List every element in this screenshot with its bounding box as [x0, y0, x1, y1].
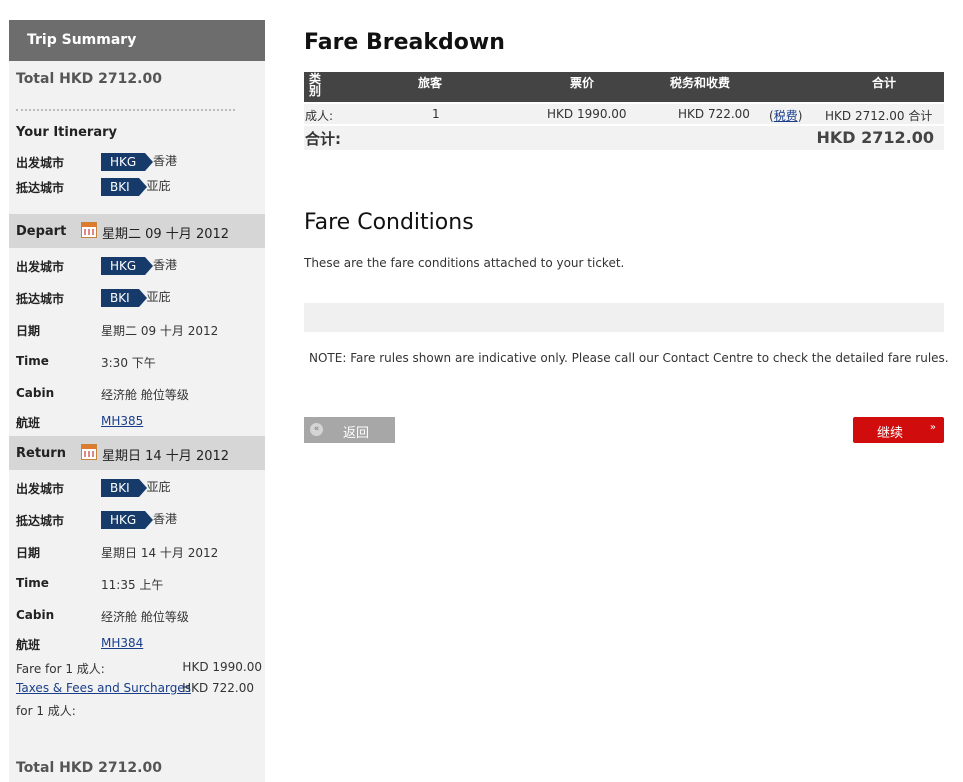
return-to-label: 抵达城市: [16, 514, 65, 528]
back-button[interactable]: « 返回: [304, 417, 395, 443]
depart-from-row: 出发城市 HKG 香港: [9, 248, 265, 280]
depart-cabin-value: 经济舱 舱位等级: [101, 388, 189, 402]
sidebar-bottom-total: Total HKD 2712.00: [16, 760, 162, 776]
depart-title: Depart: [16, 224, 67, 239]
itinerary-origin-row: 出发城市 HKG 香港: [9, 149, 265, 174]
depart-time-label: Time: [16, 354, 49, 368]
fare-value: HKD 1990.00: [182, 660, 262, 674]
row-taxes: HKD 722.00: [678, 107, 750, 121]
taxes-for-line: for 1 成人:: [9, 698, 265, 719]
fare-conditions-box: [304, 303, 944, 332]
return-header: Return 星期日 14 十月 2012: [9, 436, 265, 470]
return-date-label: 日期: [16, 546, 41, 560]
sidebar-header: Trip Summary: [9, 20, 265, 61]
depart-to-city: 亚庇: [146, 290, 171, 304]
fare-breakdown-title: Fare Breakdown: [304, 30, 505, 55]
depart-cabin-row: Cabin 经济舱 舱位等级: [9, 376, 265, 408]
depart-cabin-label: Cabin: [16, 386, 55, 400]
total-value: HKD 2712.00: [816, 128, 934, 147]
depart-to-code: BKI: [101, 288, 147, 307]
taxes-line: Taxes & Fees and Surcharges HKD 722.00: [9, 677, 265, 698]
return-to-city: 香港: [153, 512, 178, 526]
row-tax-link-wrap: (税费): [769, 109, 803, 123]
depart-from-label: 出发城市: [16, 260, 65, 274]
fare-conditions-text: These are the fare conditions attached t…: [304, 256, 625, 270]
depart-date: 星期二 09 十月 2012: [102, 227, 230, 242]
depart-header: Depart 星期二 09 十月 2012: [9, 214, 265, 248]
row-type: 成人:: [305, 109, 334, 123]
return-date-value: 星期日 14 十月 2012: [101, 546, 219, 560]
table-header-row: 类别 旅客 票价 税务和收费 合计: [304, 72, 944, 102]
table-total-row: 合计: HKD 2712.00: [304, 126, 944, 150]
destination-city: 亚庇: [146, 179, 171, 193]
calendar-icon: [81, 444, 97, 460]
origin-label: 出发城市: [16, 156, 65, 170]
fare-conditions-title: Fare Conditions: [304, 210, 474, 235]
tax-details-link[interactable]: 税费: [774, 109, 798, 123]
return-from-city: 亚庇: [146, 480, 171, 494]
calendar-icon: [81, 222, 97, 238]
row-total: HKD 2712.00 合计: [825, 109, 933, 123]
destination-code-badge: BKI: [101, 177, 147, 196]
double-chevron-left-icon: «: [310, 423, 323, 436]
return-flight-link[interactable]: MH384: [101, 636, 143, 650]
depart-from-code: HKG: [101, 256, 154, 275]
continue-button[interactable]: 继续 »: [853, 417, 944, 443]
row-fare: HKD 1990.00: [547, 107, 627, 121]
depart-to-label: 抵达城市: [16, 292, 65, 306]
return-from-label: 出发城市: [16, 482, 65, 496]
row-count: 1: [432, 107, 440, 121]
return-to-row: 抵达城市 HKG 香港: [9, 502, 265, 534]
table-row: 成人: 1 HKD 1990.00 HKD 722.00 (税费) HKD 27…: [304, 104, 944, 124]
fare-label: Fare for 1 成人:: [16, 662, 105, 676]
itinerary-title: Your Itinerary: [16, 125, 117, 140]
return-date-row: 日期 星期日 14 十月 2012: [9, 534, 265, 566]
return-to-code: HKG: [101, 510, 154, 529]
depart-flight-row: 航班 MH385: [9, 408, 265, 434]
depart-flight-link[interactable]: MH385: [101, 414, 143, 428]
return-from-code: BKI: [101, 478, 147, 497]
return-time-value: 11:35 上午: [101, 578, 164, 592]
origin-city: 香港: [153, 154, 178, 168]
double-chevron-right-icon: »: [929, 422, 936, 433]
itinerary-destination-row: 抵达城市 BKI 亚庇: [9, 174, 265, 199]
taxes-for-label: for 1 成人:: [16, 704, 76, 718]
depart-flight-label: 航班: [16, 416, 41, 430]
header-passengers: 旅客: [418, 76, 443, 90]
taxes-value: HKD 722.00: [182, 681, 254, 695]
origin-code-badge: HKG: [101, 152, 154, 171]
back-button-label: 返回: [343, 426, 370, 441]
return-date: 星期日 14 十月 2012: [102, 449, 230, 464]
return-cabin-label: Cabin: [16, 608, 55, 622]
return-flight-row: 航班 MH384: [9, 630, 265, 656]
depart-time-value: 3:30 下午: [101, 356, 156, 370]
depart-date-value: 星期二 09 十月 2012: [101, 324, 219, 338]
return-title: Return: [16, 446, 66, 461]
trip-summary-sidebar: Trip Summary Total HKD 2712.00 Your Itin…: [9, 20, 265, 782]
header-taxes: 税务和收费: [670, 76, 731, 90]
header-total: 合计: [872, 76, 897, 90]
total-label: 合计:: [305, 130, 341, 148]
header-type: 类别: [309, 72, 322, 98]
fare-rules-note: NOTE: Fare rules shown are indicative on…: [309, 351, 949, 365]
sidebar-total: Total HKD 2712.00: [16, 71, 162, 87]
fare-breakdown-table: 类别 旅客 票价 税务和收费 合计 成人: 1 HKD 1990.00 HKD …: [304, 72, 944, 150]
taxes-fees-link[interactable]: Taxes & Fees and Surcharges: [16, 681, 191, 695]
depart-date-row: 日期 星期二 09 十月 2012: [9, 312, 265, 344]
return-time-label: Time: [16, 576, 49, 590]
depart-to-row: 抵达城市 BKI 亚庇: [9, 280, 265, 312]
return-cabin-value: 经济舱 舱位等级: [101, 610, 189, 624]
depart-time-row: Time 3:30 下午: [9, 344, 265, 376]
fare-line: Fare for 1 成人: HKD 1990.00: [9, 656, 265, 677]
destination-label: 抵达城市: [16, 181, 65, 195]
return-time-row: Time 11:35 上午: [9, 566, 265, 598]
continue-button-label: 继续: [877, 426, 904, 441]
depart-from-city: 香港: [153, 258, 178, 272]
return-flight-label: 航班: [16, 638, 41, 652]
return-cabin-row: Cabin 经济舱 舱位等级: [9, 598, 265, 630]
depart-date-label: 日期: [16, 324, 41, 338]
header-fare: 票价: [570, 76, 595, 90]
return-from-row: 出发城市 BKI 亚庇: [9, 470, 265, 502]
